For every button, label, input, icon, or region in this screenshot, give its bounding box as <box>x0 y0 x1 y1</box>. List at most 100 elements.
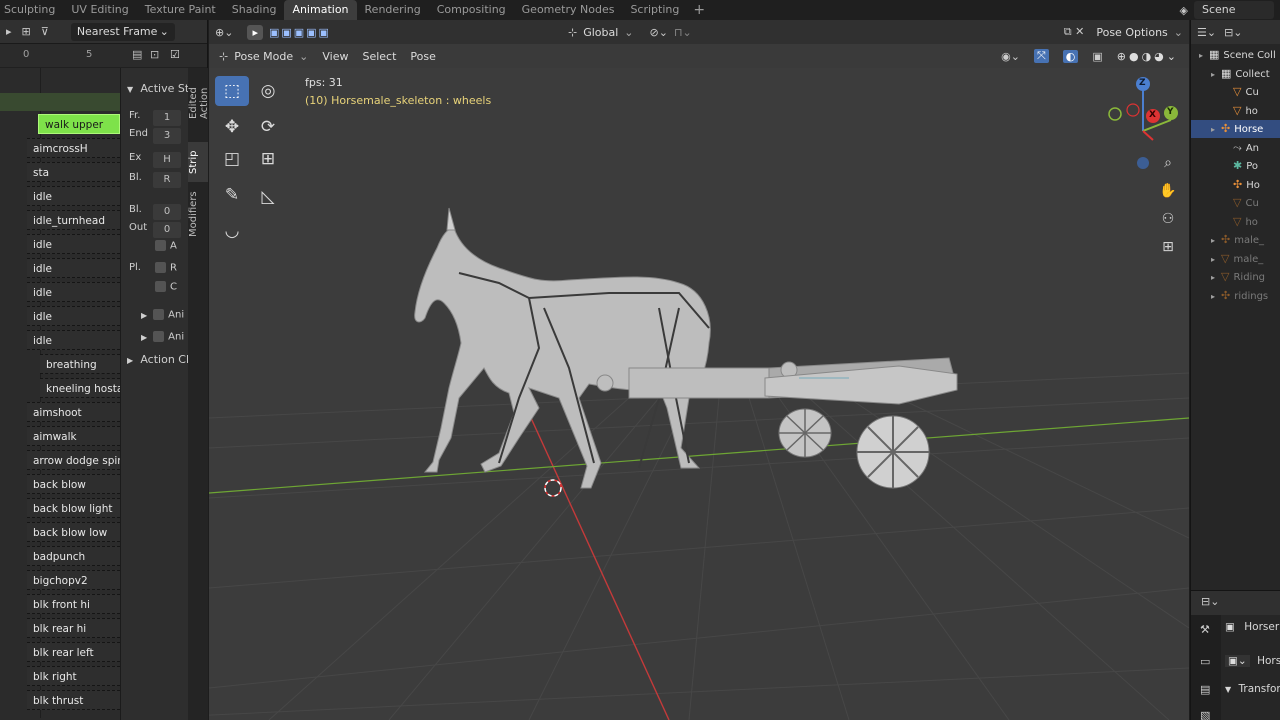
3d-cursor[interactable] <box>544 479 562 497</box>
filter-icon[interactable]: ⊽ <box>39 25 51 38</box>
menu-select[interactable]: Select <box>362 50 396 63</box>
blend-out-field[interactable]: 0 <box>153 222 181 238</box>
expand-triangle-icon[interactable]: ▸ <box>1211 121 1221 138</box>
reversed-option[interactable]: R <box>155 262 177 274</box>
expand-triangle-icon[interactable]: ▸ <box>1211 232 1221 249</box>
nla-track[interactable]: idle_turnhead <box>27 210 120 230</box>
active-nla-strip[interactable]: walk upper <box>38 114 120 134</box>
outliner-row[interactable]: ▽ Cu <box>1191 83 1280 101</box>
auto-blend-checkbox[interactable] <box>155 240 166 251</box>
outliner-row[interactable]: ▽ ho <box>1191 213 1280 231</box>
expand-triangle-icon[interactable]: ▸ <box>1211 269 1221 286</box>
expand-triangle-icon[interactable]: ▸ <box>1211 251 1221 268</box>
nla-track[interactable]: breathing <box>40 354 120 374</box>
menu-pose[interactable]: Pose <box>410 50 435 63</box>
nla-track[interactable]: kneeling hostag <box>40 378 120 398</box>
orientation-dropdown[interactable]: Global <box>583 26 618 39</box>
play-icon[interactable]: ▸ <box>4 25 14 38</box>
nla-track[interactable]: back blow light <box>27 498 120 518</box>
outliner-row[interactable]: ▸ ▽ male_ <box>1191 250 1280 268</box>
nla-track[interactable]: back blow <box>27 474 120 494</box>
nla-track[interactable]: idle <box>27 186 120 206</box>
checkbox-icon[interactable]: ☑ <box>170 48 180 61</box>
outliner-row[interactable]: ▸ ✣ Horse <box>1191 120 1280 138</box>
nla-track[interactable]: sta <box>27 162 120 182</box>
tab-edited-action[interactable]: Edited Action <box>188 68 210 138</box>
nla-track[interactable]: blk thrust <box>27 690 120 710</box>
outliner-row[interactable]: ▸ ▽ Riding <box>1191 268 1280 286</box>
cart-wheel-back[interactable] <box>778 408 832 458</box>
filter-icon[interactable]: ⊟⌄ <box>1224 26 1242 39</box>
orientation-icon[interactable]: ⊹ <box>568 26 577 39</box>
nla-track[interactable]: blk right <box>27 666 120 686</box>
nla-track[interactable]: idle <box>27 234 120 254</box>
filter-icon[interactable]: ▤ <box>132 48 142 61</box>
blending-dropdown[interactable]: R <box>153 172 181 188</box>
snap-dropdown[interactable]: Nearest Frame ⌄ <box>70 22 175 41</box>
tab-modifiers[interactable]: Modifiers <box>188 186 208 242</box>
expand-triangle-icon[interactable]: ▸ <box>1211 288 1221 305</box>
visibility-icon[interactable]: ◉⌄ <box>1001 50 1020 63</box>
anim-checkbox-1[interactable] <box>153 309 165 320</box>
nla-track[interactable]: back blow low <box>27 522 120 542</box>
outliner-row[interactable]: ▸ ▦ Scene Coll <box>1191 46 1280 64</box>
outliner-row[interactable]: ▽ ho <box>1191 102 1280 120</box>
output-tab-icon[interactable]: ▤ <box>1200 683 1210 696</box>
nla-track[interactable]: blk front hi <box>27 594 120 614</box>
tab-sculpting[interactable]: Sculpting <box>0 0 63 20</box>
xray-icon[interactable]: ▣ <box>1092 50 1102 63</box>
nla-track[interactable]: idle <box>27 282 120 302</box>
cyclic-checkbox[interactable] <box>155 281 166 292</box>
snap-icon[interactable]: ⊓⌄ <box>674 26 692 39</box>
tab-shading[interactable]: Shading <box>224 0 285 20</box>
editor-type-icon[interactable]: ⊕⌄ <box>215 26 233 39</box>
frame-start-field[interactable]: 1 <box>153 110 181 126</box>
zoom-icon[interactable]: ⌕ <box>1157 152 1179 174</box>
nla-track[interactable]: arrow dodge spin 2 <box>27 450 120 470</box>
tab-rendering[interactable]: Rendering <box>357 0 429 20</box>
nla-track[interactable]: badpunch <box>27 546 120 566</box>
view-layer-tab-icon[interactable]: ▧ <box>1200 709 1210 720</box>
scene-field[interactable]: Scene <box>1194 1 1274 19</box>
pose-mode-dropdown[interactable]: ⊹ Pose Mode ⌄ <box>219 50 308 63</box>
nla-track[interactable]: aimcrossH <box>27 138 120 158</box>
nla-track[interactable]: bigchopv2 <box>27 570 120 590</box>
outliner-row[interactable]: ▸ ✣ ridings <box>1191 287 1280 305</box>
add-workspace-icon[interactable]: + <box>687 2 711 18</box>
tab-compositing[interactable]: Compositing <box>429 0 514 20</box>
tool-tab-icon[interactable]: ⚒ <box>1200 623 1210 636</box>
tab-uv-editing[interactable]: UV Editing <box>63 0 136 20</box>
cart-wheel-front[interactable] <box>856 415 930 489</box>
overlay-icon[interactable]: ⧉ ✕ <box>1064 25 1085 39</box>
blend-in-field[interactable]: 0 <box>153 204 181 220</box>
extrapolation-dropdown[interactable]: H <box>153 152 181 168</box>
snap-grid-icon[interactable]: ⊞ <box>20 25 33 38</box>
object-name-row[interactable]: ▣ Horser <box>1225 621 1279 633</box>
pivot-icon[interactable]: ⊘⌄ <box>650 26 668 39</box>
reversed-checkbox[interactable] <box>155 262 166 273</box>
expand-triangle-icon[interactable]: ▸ <box>1211 66 1221 83</box>
camera-icon[interactable]: ⚇ <box>1157 208 1179 230</box>
tab-texture-paint[interactable]: Texture Paint <box>137 0 224 20</box>
outliner-row[interactable]: ▽ Cu <box>1191 194 1280 212</box>
play-tool-icon[interactable]: ▸ <box>247 24 263 40</box>
nla-track[interactable]: idle <box>27 330 120 350</box>
tab-strip[interactable]: Strip <box>188 142 208 182</box>
nla-track[interactable]: idle <box>27 258 120 278</box>
active-strip-panel[interactable]: ▼ Active St <box>127 82 195 95</box>
outliner-row[interactable]: ✱ Po <box>1191 157 1280 175</box>
properties-editor-icon[interactable]: ⊟⌄ <box>1201 595 1219 608</box>
pan-hand-icon[interactable]: ✋ <box>1157 180 1179 202</box>
shading-modes-icons[interactable]: ⊕●◑◕⌄ <box>1117 50 1179 63</box>
frame-end-field[interactable]: 3 <box>153 128 181 144</box>
outliner-row[interactable]: ▸ ▦ Collect <box>1191 65 1280 83</box>
outliner-row[interactable]: ▸ ✣ male_ <box>1191 231 1280 249</box>
3d-viewport[interactable]: ⊕⌄ ▸ ▣▣▣▣▣ ⊹ Global ⌄ ⊘⌄ ⊓⌄ ⧉ ✕ Pose Opt… <box>209 20 1189 720</box>
nla-track[interactable]: blk rear hi <box>27 618 120 638</box>
tab-animation[interactable]: Animation <box>284 0 357 20</box>
overlays-toggle-icon[interactable]: ◐ <box>1062 49 1079 63</box>
scene-icon[interactable]: ◈ <box>1180 4 1188 17</box>
expand-triangle-icon[interactable]: ▸ <box>1199 47 1209 64</box>
nla-ruler[interactable]: 0 5 ▤ ⊡ ☑ <box>0 44 207 68</box>
menu-view[interactable]: View <box>322 50 348 63</box>
